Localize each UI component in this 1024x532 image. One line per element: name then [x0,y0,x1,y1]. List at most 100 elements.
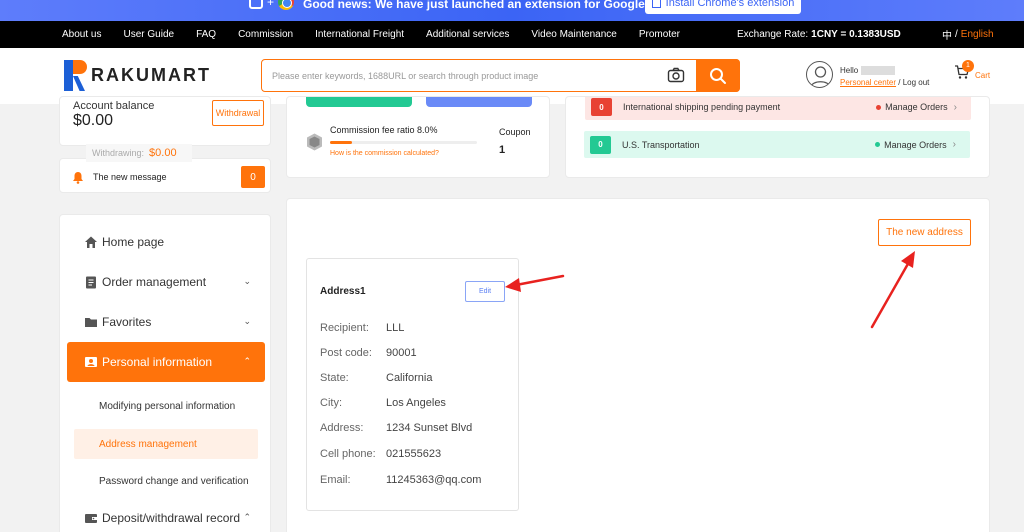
search-button[interactable] [696,59,740,92]
nav-link-international-freight[interactable]: International Freight [315,29,404,40]
cart-label: Cart [975,71,991,80]
nav-link-user-guide[interactable]: User Guide [123,29,174,40]
commission-card: Commission fee ratio 8.0% How is the com… [286,96,550,178]
sidebar-item-label: Deposit/withdrawal record [102,511,241,525]
wallet-icon [85,514,97,523]
commission-progress-fill [330,141,353,144]
address-field-city: City: Los Angeles [320,397,446,409]
manage-orders-link[interactable]: Manage Orders [885,102,948,112]
logout-link[interactable]: / Log out [896,78,929,87]
sidebar-item-personal-information[interactable]: Personal information ⌃ [67,342,265,382]
sidebar-item-deposit-withdrawal-record[interactable]: Deposit/withdrawal record ⌃ [67,498,265,532]
install-extension-button[interactable]: Install Chrome's extension [645,0,801,14]
status-dot [875,142,881,147]
top-nav: About us User Guide FAQ Commission Inter… [0,21,1024,48]
chevron-down-icon: ⌄ [243,316,251,326]
chevron-up-icon: ⌃ [243,356,251,366]
address-field-state: State: California [320,372,432,384]
exchange-rate-label: Exchange Rate: [737,29,809,40]
sidebar-subitem-address-management[interactable]: Address management [74,429,258,459]
camera-icon[interactable] [667,66,685,84]
lang-chinese[interactable]: 中 [942,27,952,42]
exchange-rate-value: 1CNY = 0.1383USD [811,29,901,40]
commission-how-link[interactable]: How is the commission calculated? [330,150,439,157]
sidebar-item-order-management[interactable]: Order management ⌄ [67,262,265,302]
order-count-badge: 0 [590,135,611,154]
id-card-icon [85,357,97,367]
address-card: Address1 Edit Recipient: LLL Post code: … [306,258,519,511]
lang-english[interactable]: English [961,29,994,40]
field-key: Post code: [320,347,372,359]
manage-orders-link[interactable]: Manage Orders [884,140,947,150]
exchange-rate: Exchange Rate: 1CNY = 0.1383USD [737,21,901,48]
nav-link-about-us[interactable]: About us [62,29,101,40]
sidebar-item-label: Favorites [102,315,152,329]
logo-mark-icon [64,60,87,91]
lang-separator: / [955,29,958,40]
rakumart-logo[interactable]: RAKUMART [64,60,211,91]
nav-link-commission[interactable]: Commission [238,29,293,40]
user-links: Personal center / Log out [840,78,929,87]
nav-link-video-maintenance[interactable]: Video Maintenance [531,29,616,40]
user-icon [810,66,831,87]
edit-address-button[interactable]: Edit [465,281,505,302]
nav-link-additional-services[interactable]: Additional services [426,29,509,40]
account-balance-card: Account balance $0.00 Withdrawal [59,96,271,146]
avatar[interactable] [806,61,833,88]
cart-button[interactable]: 1 Cart [954,60,990,85]
field-key: State: [320,372,349,384]
green-tab-button[interactable] [306,97,412,107]
install-extension-label: Install Chrome's extension [665,0,795,9]
order-row-us-transportation[interactable]: 0 U.S. Transportation Manage Orders › [584,131,970,158]
nav-link-faq[interactable]: FAQ [196,29,216,40]
address-field-cell-phone: Cell phone: 021555623 [320,448,441,460]
chevron-up-icon: ⌃ [243,512,251,522]
order-row-label: U.S. Transportation [622,139,700,150]
field-key: City: [320,397,342,409]
new-message-count: 0 [241,166,265,188]
search-icon [710,67,726,84]
plus-icon: + [267,0,275,9]
sidebar-subitem-modify-personal-info[interactable]: Modifying personal information [74,393,258,419]
sidebar-item-label: Personal information [102,355,213,369]
address-management-panel: The new address Address1 Edit Recipient:… [286,198,990,532]
new-address-button[interactable]: The new address [878,219,971,246]
address-field-address: Address: 1234 Sunset Blvd [320,422,472,434]
field-value: California [386,372,433,384]
top-nav-links: About us User Guide FAQ Commission Inter… [62,21,702,48]
promo-news-text: Good news: We have just launched an exte… [303,0,694,11]
field-value: 11245363@qq.com [386,474,482,486]
sidebar-item-home[interactable]: Home page [67,222,265,262]
blue-tab-button[interactable] [426,97,532,107]
sidebar-item-label: Home page [102,235,165,249]
withdrawing-tooltip: Withdrawing: $0.00 [86,144,192,162]
address-field-post-code: Post code: 90001 [320,347,417,359]
account-balance-label: Account balance [73,100,155,112]
withdrawing-label: Withdrawing: [92,148,145,158]
personal-center-link[interactable]: Personal center [840,78,896,87]
username-masked [861,66,896,76]
bell-icon [73,172,83,184]
new-message-card[interactable]: The new message 0 [59,158,271,193]
cart-count-badge: 1 [962,60,974,72]
sidebar-subitem-password-change[interactable]: Password change and verification [74,468,258,496]
home-icon [85,236,97,248]
sidebar-item-favorites[interactable]: Favorites ⌄ [67,302,265,342]
field-key: Address: [320,422,364,434]
nav-link-promoter[interactable]: Promoter [639,29,680,40]
field-value: 1234 Sunset Blvd [386,422,473,434]
chevron-right-icon: › [952,139,956,150]
order-row-international-shipping[interactable]: 0 International shipping pending payment… [585,97,971,120]
chrome-icon [278,0,295,10]
search-input[interactable] [262,60,657,91]
new-message-label: The new message [93,172,167,182]
account-balance-value: $0.00 [73,112,114,129]
sidebar-item-label: Order management [102,275,207,289]
status-dot [876,104,882,110]
promo-icons: + [249,0,295,10]
withdrawal-button[interactable]: Withdrawal [212,100,264,126]
hello-greeting: Hello [840,66,896,76]
field-key: Recipient: [320,322,369,334]
withdrawing-value: $0.00 [149,147,177,159]
sidebar: Home page Order management ⌄ Favorites ⌄… [59,214,271,532]
